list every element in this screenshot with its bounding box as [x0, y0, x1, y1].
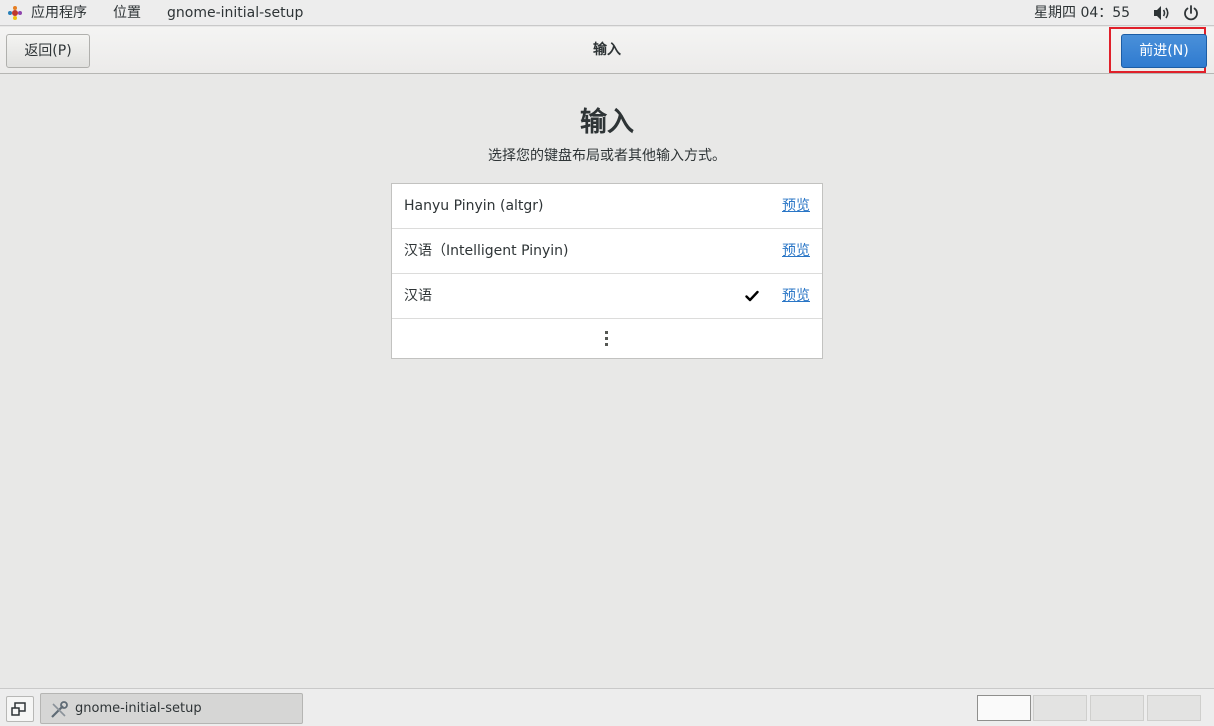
volume-icon[interactable] [1153, 5, 1171, 21]
header-bar: 输入 返回(P) 前进(N) [0, 27, 1214, 74]
more-input-sources-button[interactable] [392, 319, 822, 359]
top-panel: 应用程序 位置 gnome-initial-setup 星期四 04：55 [0, 0, 1214, 26]
input-source-list: Hanyu Pinyin (altgr) 预览 汉语（Intelligent P… [391, 183, 823, 359]
input-source-row[interactable]: 汉语（Intelligent Pinyin) 预览 [392, 229, 822, 274]
workspace-3[interactable] [1090, 695, 1144, 721]
applications-icon[interactable] [7, 5, 23, 21]
input-source-label: 汉语 [404, 288, 432, 304]
preview-link[interactable]: 预览 [782, 274, 810, 319]
page-title: 输入 [580, 107, 634, 138]
window-list-icon [11, 702, 26, 716]
taskbar-window-button[interactable]: gnome-initial-setup [40, 693, 303, 724]
clock[interactable]: 星期四 04：55 [1034, 0, 1130, 26]
input-source-label: 汉语（Intelligent Pinyin) [404, 243, 569, 259]
preview-link[interactable]: 预览 [782, 229, 810, 274]
input-source-row[interactable]: Hanyu Pinyin (altgr) 预览 [392, 184, 822, 229]
preview-link[interactable]: 预览 [782, 184, 810, 229]
show-desktop-button[interactable] [6, 696, 34, 722]
setup-tools-icon [51, 701, 68, 718]
workspace-1[interactable] [977, 695, 1031, 721]
taskbar-window-label: gnome-initial-setup [75, 701, 202, 716]
checkmark-icon [745, 290, 759, 302]
page-subtitle: 选择您的键盘布局或者其他输入方式。 [488, 148, 726, 164]
next-button[interactable]: 前进(N) [1121, 34, 1207, 68]
more-options-icon [605, 331, 609, 347]
applications-menu[interactable]: 应用程序 [31, 0, 87, 26]
bottom-panel: gnome-initial-setup [0, 688, 1214, 726]
workspace-4[interactable] [1147, 695, 1201, 721]
workspace-2[interactable] [1033, 695, 1087, 721]
back-button[interactable]: 返回(P) [6, 34, 90, 68]
app-menu[interactable]: gnome-initial-setup [167, 0, 303, 26]
input-source-row-selected[interactable]: 汉语 预览 [392, 274, 822, 319]
places-menu[interactable]: 位置 [113, 0, 141, 26]
power-icon[interactable] [1183, 5, 1199, 21]
header-title: 输入 [593, 42, 621, 58]
input-source-label: Hanyu Pinyin (altgr) [404, 198, 544, 214]
